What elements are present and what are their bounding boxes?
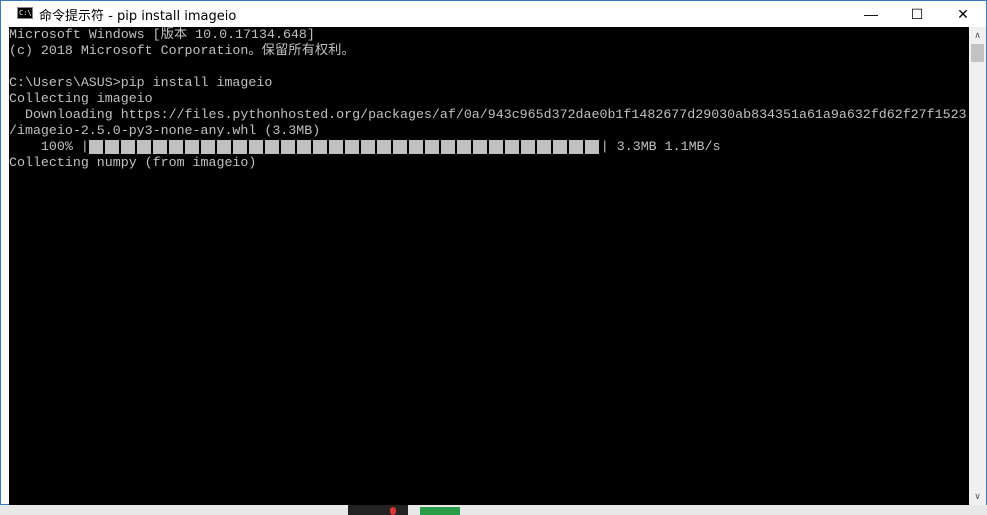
- console-line: /imageio-2.5.0-py3-none-any.whl (3.3MB): [9, 123, 321, 138]
- progress-block: [200, 140, 215, 154]
- taskbar-app-indicator: [390, 507, 396, 515]
- console-line: Collecting numpy (from imageio): [9, 155, 257, 170]
- progress-block: [456, 140, 471, 154]
- progress-block: [136, 140, 151, 154]
- progress-block: [344, 140, 359, 154]
- progress-block: [424, 140, 439, 154]
- close-button[interactable]: ✕: [940, 1, 986, 27]
- console-line: Microsoft Windows [版本 10.0.17134.648]: [9, 27, 315, 42]
- progress-block: [568, 140, 583, 154]
- progress-bar: [88, 139, 601, 155]
- progress-block: [120, 140, 135, 154]
- scroll-thumb[interactable]: [971, 44, 984, 62]
- progress-line: 100% | | 3.3MB 1.1MB/s: [9, 139, 969, 155]
- console-line: C:\Users\ASUS>pip install imageio: [9, 75, 273, 90]
- minimize-button[interactable]: —: [848, 1, 894, 27]
- console-line: Downloading https://files.pythonhosted.o…: [9, 107, 967, 122]
- window-title: 命令提示符 - pip install imageio: [39, 9, 237, 24]
- progress-block: [88, 140, 103, 154]
- progress-block: [296, 140, 311, 154]
- progress-block: [264, 140, 279, 154]
- progress-block: [408, 140, 423, 154]
- scroll-down-icon[interactable]: ∨: [969, 488, 986, 505]
- maximize-button[interactable]: ☐: [894, 1, 940, 27]
- progress-block: [440, 140, 455, 154]
- console-line: (c) 2018 Microsoft Corporation。保留所有权利。: [9, 43, 355, 58]
- progress-block: [152, 140, 167, 154]
- console-line: Collecting imageio: [9, 91, 153, 106]
- progress-block: [232, 140, 247, 154]
- progress-block: [392, 140, 407, 154]
- progress-block: [376, 140, 391, 154]
- taskbar-app[interactable]: [348, 505, 408, 515]
- progress-block: [488, 140, 503, 154]
- progress-block: [248, 140, 263, 154]
- progress-block: [536, 140, 551, 154]
- cmd-window: C:\ 命令提示符 - pip install imageio — ☐ ✕ Mi…: [0, 0, 987, 505]
- progress-percent: 100% |: [9, 139, 89, 154]
- progress-block: [328, 140, 343, 154]
- progress-stats: | 3.3MB 1.1MB/s: [600, 139, 721, 154]
- progress-block: [472, 140, 487, 154]
- progress-block: [504, 140, 519, 154]
- scroll-up-icon[interactable]: ∧: [969, 27, 986, 44]
- vertical-scrollbar[interactable]: ∧ ∨: [969, 27, 986, 505]
- taskbar-app-green[interactable]: [420, 507, 460, 515]
- progress-block: [312, 140, 327, 154]
- console-output[interactable]: Microsoft Windows [版本 10.0.17134.648] (c)…: [9, 27, 969, 505]
- title-bar[interactable]: C:\ 命令提示符 - pip install imageio — ☐ ✕: [1, 1, 986, 27]
- progress-block: [216, 140, 231, 154]
- progress-block: [584, 140, 599, 154]
- taskbar: [0, 505, 987, 515]
- progress-block: [168, 140, 183, 154]
- cmd-icon: C:\: [17, 7, 33, 19]
- progress-block: [104, 140, 119, 154]
- progress-block: [360, 140, 375, 154]
- progress-block: [552, 140, 567, 154]
- progress-block: [184, 140, 199, 154]
- progress-block: [520, 140, 535, 154]
- progress-block: [280, 140, 295, 154]
